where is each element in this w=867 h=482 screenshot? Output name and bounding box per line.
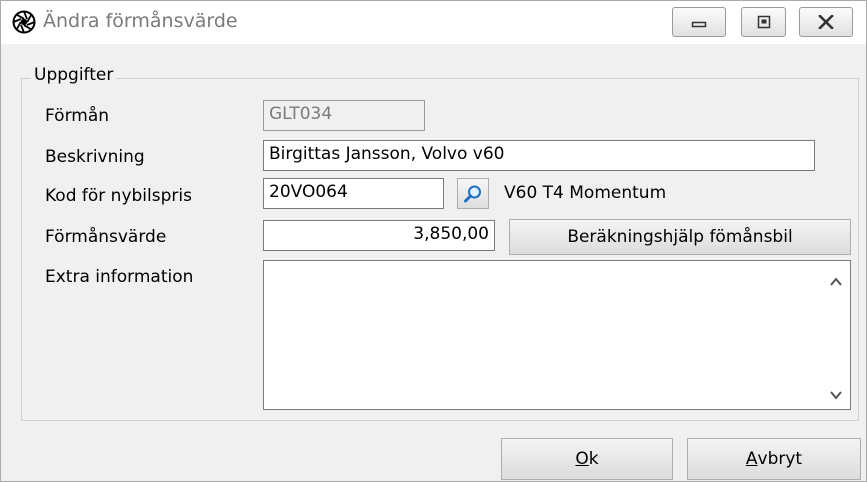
dialog-window: Ändra förmånsvärde Uppgifter Förmån GLT0…: [0, 0, 867, 482]
minimize-icon: [691, 21, 707, 28]
chevron-up-icon[interactable]: [829, 275, 843, 289]
ok-button[interactable]: Ok: [501, 438, 673, 480]
description-label: Beskrivning: [45, 147, 145, 167]
cancel-button[interactable]: Avbryt: [687, 438, 861, 480]
chevron-down-icon[interactable]: [829, 388, 843, 402]
close-icon: [818, 15, 834, 29]
extra-info-label: Extra information: [45, 267, 194, 287]
window-title: Ändra förmånsvärde: [43, 10, 238, 32]
ok-accel: O: [575, 449, 589, 469]
lookup-button[interactable]: [457, 178, 489, 209]
maximize-button[interactable]: [741, 7, 786, 37]
minimize-button[interactable]: [672, 7, 726, 37]
car-price-code-field[interactable]: 20VO064: [263, 178, 444, 209]
description-field[interactable]: Birgittas Jansson, Volvo v60: [263, 140, 815, 171]
benefit-label: Förmån: [45, 106, 110, 126]
extra-info-textarea[interactable]: [263, 260, 851, 410]
benefit-value-label: Förmånsvärde: [45, 227, 167, 247]
search-icon: [464, 185, 481, 202]
group-legend: Uppgifter: [31, 65, 117, 85]
vertical-scrollbar[interactable]: [823, 261, 850, 409]
benefit-field: GLT034: [263, 100, 425, 131]
maximize-icon: [757, 15, 770, 29]
calculation-help-button[interactable]: Beräkningshjälp fömånsbil: [509, 219, 851, 255]
close-button[interactable]: [799, 7, 853, 37]
ok-label-rest: k: [588, 449, 599, 469]
cancel-accel: A: [745, 449, 758, 469]
benefit-value-field[interactable]: 3,850,00: [263, 220, 495, 251]
aperture-icon: [12, 10, 36, 34]
car-model-text: V60 T4 Momentum: [504, 183, 667, 203]
title-bar: Ändra förmånsvärde: [1, 1, 866, 44]
car-price-code-label: Kod för nybilspris: [45, 186, 192, 206]
cancel-label-rest: vbryt: [757, 449, 803, 469]
